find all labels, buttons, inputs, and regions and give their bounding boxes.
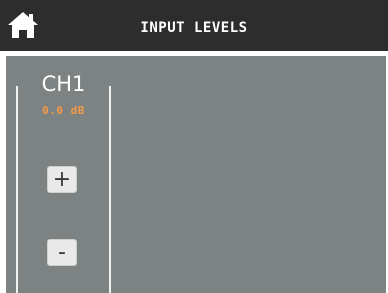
title-bar: INPUT LEVELS: [0, 0, 388, 51]
channel-strip-ch1: CH1 0.0 dB + -: [16, 72, 111, 293]
strip-divider-right: [109, 86, 111, 293]
page-title: INPUT LEVELS: [140, 20, 248, 36]
channel-label: CH1: [41, 72, 86, 96]
decrease-level-button[interactable]: -: [47, 239, 77, 266]
channel-panel: CH1 0.0 dB + -: [6, 56, 386, 293]
level-readout: 0.0 dB: [42, 104, 85, 117]
increase-level-button[interactable]: +: [47, 166, 77, 193]
strip-divider-left: [16, 86, 18, 293]
input-levels-screen: INPUT LEVELS CH1 0.0 dB + -: [0, 0, 388, 293]
